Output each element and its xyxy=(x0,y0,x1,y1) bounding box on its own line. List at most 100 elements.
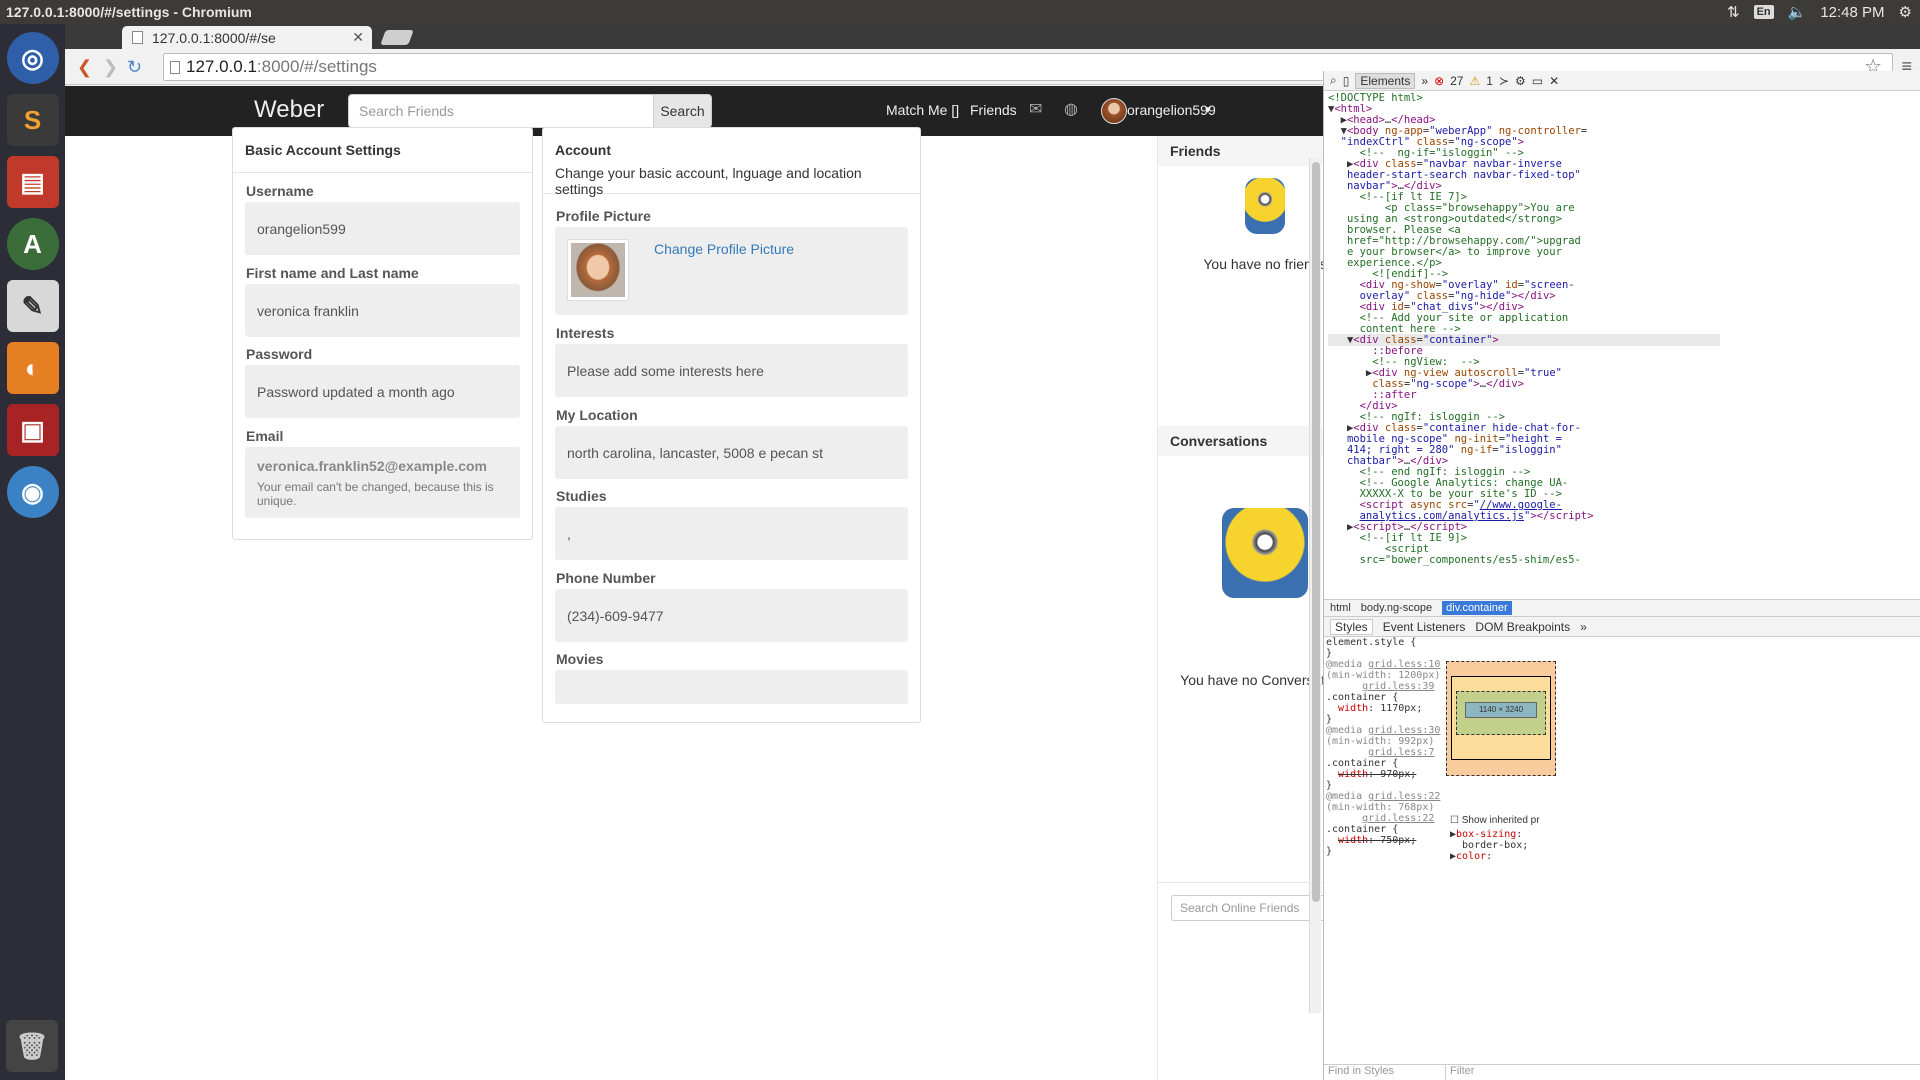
friends-link[interactable]: Friends xyxy=(970,102,1017,118)
tab-strip: 127.0.0.1:8000/#/se ✕ xyxy=(65,24,1920,49)
password-label: Password xyxy=(246,346,313,362)
email-note: Your email can't be changed, because thi… xyxy=(257,479,494,508)
brand-logo[interactable]: Weber xyxy=(254,96,324,124)
search-friends-input[interactable]: Search Friends xyxy=(348,94,654,128)
chromium-icon[interactable]: ◉ xyxy=(6,466,59,518)
show-inherited-label: Show inherited pr xyxy=(1461,815,1540,826)
username-value: orangelion599 xyxy=(257,220,346,237)
warning-icon[interactable]: ⚠ xyxy=(1469,74,1480,88)
password-field[interactable]: Password updated a month ago xyxy=(245,365,520,418)
location-field[interactable]: north carolina, lancaster, 5008 e pecan … xyxy=(555,426,908,479)
breadcrumb-div-container[interactable]: div.container xyxy=(1442,601,1512,615)
software-updater-icon[interactable]: A xyxy=(6,218,59,270)
tab-styles[interactable]: Styles xyxy=(1330,618,1373,635)
panel-subtitle: Change your basic account, lnguage and l… xyxy=(555,165,862,197)
warning-count[interactable]: 1 xyxy=(1486,74,1493,88)
back-icon[interactable]: ❮ xyxy=(77,57,92,78)
more-tabs-icon[interactable]: » xyxy=(1580,620,1587,634)
change-picture-link[interactable]: Change Profile Picture xyxy=(654,241,794,257)
device-icon[interactable]: ▯ xyxy=(1343,74,1350,88)
browser-tab[interactable]: 127.0.0.1:8000/#/se ✕ xyxy=(122,26,372,49)
minion-image xyxy=(1245,178,1285,234)
page-icon xyxy=(170,61,180,74)
search-online-placeholder: Search Online Friends xyxy=(1180,901,1300,915)
more-tabs-icon[interactable]: » xyxy=(1421,74,1428,88)
page-scrollbar[interactable] xyxy=(1309,158,1321,1013)
terminal-icon[interactable]: ▣ xyxy=(6,404,59,456)
match-me-link[interactable]: Match Me [] xyxy=(886,102,959,118)
error-count[interactable]: 27 xyxy=(1450,74,1463,88)
show-inherited-checkbox[interactable]: ☐ Show inherited pr xyxy=(1450,815,1540,826)
launcher: ◎ S ▤ A ✎ ◐ ▣ ◉ 🗑 xyxy=(0,24,65,1080)
studies-value: , xyxy=(567,525,571,542)
envelope-icon[interactable]: ✉ xyxy=(1029,99,1042,119)
globe-icon[interactable]: ◍ xyxy=(1064,99,1078,119)
devtools-toolbar: ⌕ ▯ Elements » ⊗ 27 ⚠ 1 ≻ ⚙ ▭ ✕ xyxy=(1324,71,1920,91)
dom-tree[interactable]: <!DOCTYPE html> ▼<html> ▶<head>…</head> … xyxy=(1324,91,1920,566)
caret-down-icon[interactable]: ▼ xyxy=(1203,105,1213,116)
clock[interactable]: 12:48 PM xyxy=(1820,4,1884,21)
styles-pane[interactable]: element.style { } @media grid.less:10 (m… xyxy=(1326,637,1446,857)
avatar[interactable] xyxy=(1101,98,1127,124)
reload-icon[interactable]: ↻ xyxy=(127,57,142,78)
close-icon[interactable]: ✕ xyxy=(1549,74,1559,88)
tab-title: 127.0.0.1:8000/#/se xyxy=(152,29,276,46)
location-label: My Location xyxy=(556,407,638,423)
filter-input[interactable]: Filter xyxy=(1446,1065,1474,1080)
find-bar: Find in Styles Filter xyxy=(1324,1064,1920,1080)
box-model: 1140 × 3240 ☐ Show inherited pr ▶box-siz… xyxy=(1446,631,1556,862)
new-tab-button[interactable] xyxy=(380,30,414,45)
window-title: 127.0.0.1:8000/#/settings - Chromium xyxy=(6,4,252,20)
minion-image xyxy=(1222,508,1308,598)
name-field[interactable]: veronica franklin xyxy=(245,284,520,337)
text-editor-icon[interactable]: ✎ xyxy=(6,280,59,332)
breadcrumb-html[interactable]: html xyxy=(1330,602,1351,614)
pgadmin-icon[interactable]: ◐ xyxy=(6,342,59,394)
phone-field[interactable]: (234)-609-9477 xyxy=(555,589,908,642)
margin-box: 1140 × 3240 xyxy=(1446,661,1556,776)
content-box: 1140 × 3240 xyxy=(1465,702,1537,718)
url-host: 127.0.0.1 xyxy=(186,57,257,76)
dock-icon[interactable]: ▭ xyxy=(1532,74,1543,88)
dash-icon[interactable]: ◎ xyxy=(6,32,59,84)
panel-title: Basic Account Settings xyxy=(233,128,532,173)
profile-picture[interactable] xyxy=(567,239,629,301)
phone-label: Phone Number xyxy=(556,570,656,586)
file-manager-icon[interactable]: ▤ xyxy=(6,156,59,208)
url-path: :8000/#/settings xyxy=(256,57,377,76)
scrollbar-thumb[interactable] xyxy=(1312,162,1320,902)
interests-field[interactable]: Please add some interests here xyxy=(555,344,908,397)
account-header: Account Change your basic account, lngua… xyxy=(543,128,920,197)
error-icon[interactable]: ⊗ xyxy=(1434,74,1444,88)
keyboard-indicator[interactable]: En xyxy=(1753,5,1774,19)
password-value: Password updated a month ago xyxy=(257,383,455,400)
forward-icon[interactable]: ❯ xyxy=(103,57,118,78)
breadcrumb-body[interactable]: body.ng-scope xyxy=(1361,602,1432,614)
profile-picture-box: Change Profile Picture xyxy=(555,227,908,315)
find-in-styles-input[interactable]: Find in Styles xyxy=(1324,1065,1446,1080)
computed-styles[interactable]: ▶box-sizing: border-box; ▶color: xyxy=(1450,829,1528,862)
gear-icon[interactable]: ⚙ xyxy=(1515,74,1526,88)
tab-elements[interactable]: Elements xyxy=(1355,72,1416,89)
search-icon[interactable]: ⌕ xyxy=(1330,73,1337,88)
page-icon xyxy=(132,31,143,44)
gear-icon[interactable]: ⚙ xyxy=(1899,3,1912,21)
movies-field[interactable] xyxy=(555,670,908,704)
padding-box: 1140 × 3240 xyxy=(1456,691,1546,735)
profile-picture-label: Profile Picture xyxy=(556,208,651,224)
volume-icon[interactable]: 🔈 xyxy=(1788,3,1807,21)
trash-icon[interactable]: 🗑 xyxy=(6,1020,58,1072)
search-button[interactable]: Search xyxy=(653,94,712,128)
network-icon[interactable]: ⇅ xyxy=(1727,3,1740,21)
close-icon[interactable]: ✕ xyxy=(352,29,364,46)
console-icon[interactable]: ≻ xyxy=(1499,74,1509,88)
sublime-text-icon[interactable]: S xyxy=(6,94,59,146)
email-value: veronica.franklin52@example.com xyxy=(257,457,487,474)
interests-label: Interests xyxy=(556,325,615,341)
name-label: First name and Last name xyxy=(246,265,419,281)
profile-photo-image xyxy=(571,243,625,297)
styles-tabs: Styles Event Listeners DOM Breakpoints » xyxy=(1324,617,1920,637)
account-panel: Account Change your basic account, lngua… xyxy=(542,127,921,723)
username-field[interactable]: orangelion599 xyxy=(245,202,520,255)
studies-field[interactable]: , xyxy=(555,507,908,560)
